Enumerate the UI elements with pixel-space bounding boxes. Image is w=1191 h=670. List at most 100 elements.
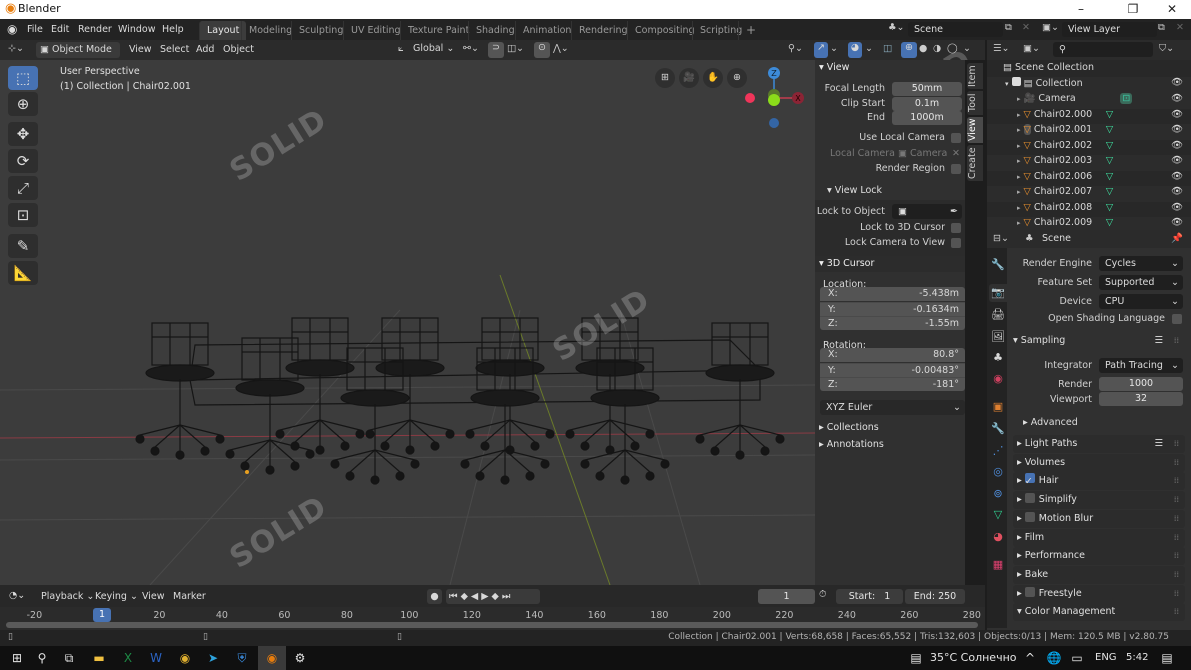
filter-icon[interactable]: ⛉⌄ xyxy=(1159,43,1174,54)
close-button[interactable]: ✕ xyxy=(1157,1,1187,18)
local-camera-field[interactable]: ▣ Camera xyxy=(898,148,947,159)
drag-handle-icon[interactable]: ⁞⁞ xyxy=(1174,491,1179,509)
viewport-samples-field[interactable]: 32 xyxy=(1099,392,1183,406)
pan-hand-icon[interactable]: ✋ xyxy=(703,68,723,88)
overlay-dropdown-icon[interactable]: ⌄ xyxy=(865,43,873,54)
section-volumes[interactable]: ▸ Volumes ⁞⁞ xyxy=(1013,453,1185,472)
view-lock-header[interactable]: ▾ View Lock xyxy=(827,185,882,196)
tab-view[interactable]: View xyxy=(967,117,983,143)
section-simplify[interactable]: ▸ Simplify ⁞⁞ xyxy=(1013,491,1185,510)
world-props-icon[interactable]: ◉ xyxy=(989,370,1007,388)
rotate-tool-icon[interactable]: ⟳ xyxy=(8,149,38,173)
lock-to-object-field[interactable]: ▣ ✒ xyxy=(892,204,962,219)
clear-local-camera-icon[interactable]: ✕ xyxy=(952,148,960,159)
search-icon[interactable]: ⚲ xyxy=(31,649,53,667)
outliner-item[interactable]: ▸ ▽ Chair02.000 ▽ 👁 xyxy=(987,109,1191,125)
material-props-icon[interactable]: ◕ xyxy=(989,528,1007,546)
collections-section[interactable]: ▸ Collections xyxy=(819,422,879,433)
scene-icon[interactable]: ♣⌄ xyxy=(888,22,904,33)
current-frame-field[interactable]: 1 xyxy=(758,589,815,604)
wireframe-shading-icon[interactable]: ⊕ xyxy=(901,42,917,58)
render-engine-selector[interactable]: Cycles ⌄ xyxy=(1099,256,1183,271)
feature-set-selector[interactable]: Supported ⌄ xyxy=(1099,275,1183,290)
outliner-item[interactable]: ▸ ▽ Chair02.003 ▽ 👁 xyxy=(987,155,1191,171)
expand-arrow-icon[interactable]: ▸ xyxy=(1017,204,1021,212)
eye-icon[interactable]: 👁 xyxy=(1171,93,1183,104)
telegram-icon[interactable]: ➤ xyxy=(202,649,224,667)
select-box-tool-icon[interactable]: ⬚ xyxy=(8,66,38,90)
tab-item[interactable]: Item xyxy=(967,63,983,89)
drag-handle-icon[interactable]: ⁞⁞ xyxy=(1174,603,1179,621)
drag-handle-icon[interactable]: ⁞⁞ xyxy=(1174,510,1179,528)
section-checkbox[interactable]: ✓ xyxy=(1024,473,1035,487)
expand-arrow-icon[interactable]: ▾ xyxy=(1005,80,1009,88)
advanced-subsection[interactable]: ▸ Advanced xyxy=(1023,417,1078,428)
drag-handle-icon[interactable]: ⁞⁞ xyxy=(1174,332,1179,350)
pin-icon[interactable]: 📌 xyxy=(1171,233,1183,244)
play-reverse-icon[interactable]: ◀ xyxy=(471,591,481,602)
notifications-icon[interactable]: ▤ xyxy=(1156,649,1178,667)
expand-arrow-icon[interactable]: ▸ xyxy=(1017,95,1021,103)
settings-icon[interactable]: ⚙ xyxy=(289,649,311,667)
constraints-props-icon[interactable]: ⊚ xyxy=(989,485,1007,503)
menu-marker[interactable]: Marker xyxy=(168,589,211,604)
outliner-item[interactable]: ▸ ▽ Chair02.001 ▽ 👁 xyxy=(987,124,1191,140)
mesh-data-icon[interactable]: ▽ xyxy=(1106,202,1113,213)
menu-help[interactable]: Help xyxy=(157,22,189,37)
drag-handle-icon[interactable]: ⁞⁞ xyxy=(1174,435,1179,453)
drag-handle-icon[interactable]: ⁞⁞ xyxy=(1174,454,1179,472)
eye-icon[interactable]: 👁 xyxy=(1171,171,1183,182)
annotations-section[interactable]: ▸ Annotations xyxy=(819,439,884,450)
measure-tool-icon[interactable]: 📐 xyxy=(8,261,38,285)
move-tool-icon[interactable]: ✥ xyxy=(8,122,38,146)
expand-arrow-icon[interactable]: ▸ xyxy=(1017,188,1021,196)
shield-app-icon[interactable]: ⛨ xyxy=(231,649,253,667)
cursor-rotation-y-field[interactable]: Y: -0.00483° xyxy=(820,362,965,377)
visibility-icon[interactable]: ⚲⌄ xyxy=(788,43,803,54)
texture-props-icon[interactable]: ▦ xyxy=(989,556,1007,574)
menu-render[interactable]: Render xyxy=(73,22,117,37)
expand-arrow-icon[interactable]: ▸ xyxy=(1017,126,1021,134)
integrator-selector[interactable]: Path Tracing ⌄ xyxy=(1099,358,1183,373)
drag-handle-icon[interactable]: ⁞⁞ xyxy=(1174,547,1179,565)
cursor-location-x-field[interactable]: X: -5.438m xyxy=(820,287,965,301)
blender-taskbar-icon[interactable]: ◉ xyxy=(258,646,286,670)
toggle-ortho-icon[interactable]: ⊞ xyxy=(655,68,675,88)
drag-handle-icon[interactable]: ⁞⁞ xyxy=(1174,566,1179,584)
editor-type-icon[interactable]: ⊹⌄ xyxy=(8,43,24,54)
mesh-data-icon[interactable]: ▽ xyxy=(1106,109,1113,120)
render-props-icon[interactable]: 📷 xyxy=(989,284,1007,302)
eye-icon[interactable]: 👁 xyxy=(1171,77,1183,88)
section-motion-blur[interactable]: ▸ Motion Blur ⁞⁞ xyxy=(1013,509,1185,528)
eye-icon[interactable]: 👁 xyxy=(1171,217,1183,228)
timeline-scrollbar[interactable] xyxy=(6,622,978,628)
word-icon[interactable]: W xyxy=(145,649,167,667)
clock[interactable]: 5:42 xyxy=(1126,652,1148,663)
menu-view[interactable]: View xyxy=(124,42,157,57)
outliner-search-input[interactable]: ⚲ xyxy=(1053,42,1153,57)
presets-icon[interactable]: ☰ xyxy=(1154,435,1163,453)
tab-sculpting[interactable]: Sculpting xyxy=(291,21,350,40)
presets-icon[interactable]: ☰ xyxy=(1154,332,1163,350)
outliner-item[interactable]: ▸ ▽ Chair02.007 ▽ 👁 xyxy=(987,186,1191,202)
tab-uv-editing[interactable]: UV Editing xyxy=(343,21,408,40)
outliner-editor-icon[interactable]: ☰⌄ xyxy=(993,43,1009,54)
tab-texture-paint[interactable]: Texture Paint xyxy=(400,21,476,40)
mesh-data-icon[interactable]: ▽ xyxy=(1106,140,1113,151)
camera-view-icon[interactable]: 🎥 xyxy=(679,68,699,88)
mesh-data-icon[interactable]: ▽ xyxy=(1106,217,1113,228)
clip-start-field[interactable]: 0.1m xyxy=(892,97,962,111)
expand-arrow-icon[interactable]: ▸ xyxy=(1017,111,1021,119)
cursor-location-y-field[interactable]: Y: -0.1634m xyxy=(820,301,965,316)
scene-props-tab-icon[interactable]: ♣ xyxy=(989,349,1007,367)
section-light-paths[interactable]: ▸ Light Paths ☰ ⁞⁞ xyxy=(1013,435,1185,453)
data-props-icon[interactable]: ▽ xyxy=(989,506,1007,524)
tab-tool[interactable]: Tool xyxy=(967,91,983,115)
excel-icon[interactable]: X xyxy=(117,649,139,667)
menu-object[interactable]: Object xyxy=(218,42,259,57)
view-layer-icon[interactable]: ▣⌄ xyxy=(1042,22,1059,33)
next-keyframe-icon[interactable]: ◆ xyxy=(492,591,502,602)
gizmo-toggle-icon[interactable]: ↗ xyxy=(814,42,828,58)
language-indicator[interactable]: ENG xyxy=(1095,652,1117,663)
focal-length-field[interactable]: 50mm xyxy=(892,82,962,96)
